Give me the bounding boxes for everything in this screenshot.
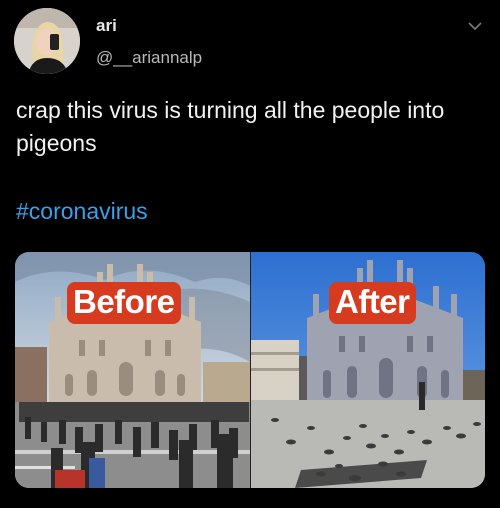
handle[interactable]: @__ariannalp	[96, 48, 202, 68]
chevron-down-icon[interactable]	[468, 18, 482, 31]
before-label: Before	[67, 282, 181, 324]
tweet-text: crap this virus is turning all the peopl…	[16, 97, 445, 156]
hashtag-link[interactable]: #coronavirus	[16, 198, 148, 225]
display-name[interactable]: ari	[96, 16, 117, 36]
tweet-media[interactable]: Before After	[15, 252, 485, 488]
avatar[interactable]	[14, 8, 80, 74]
after-label: After	[329, 282, 416, 324]
